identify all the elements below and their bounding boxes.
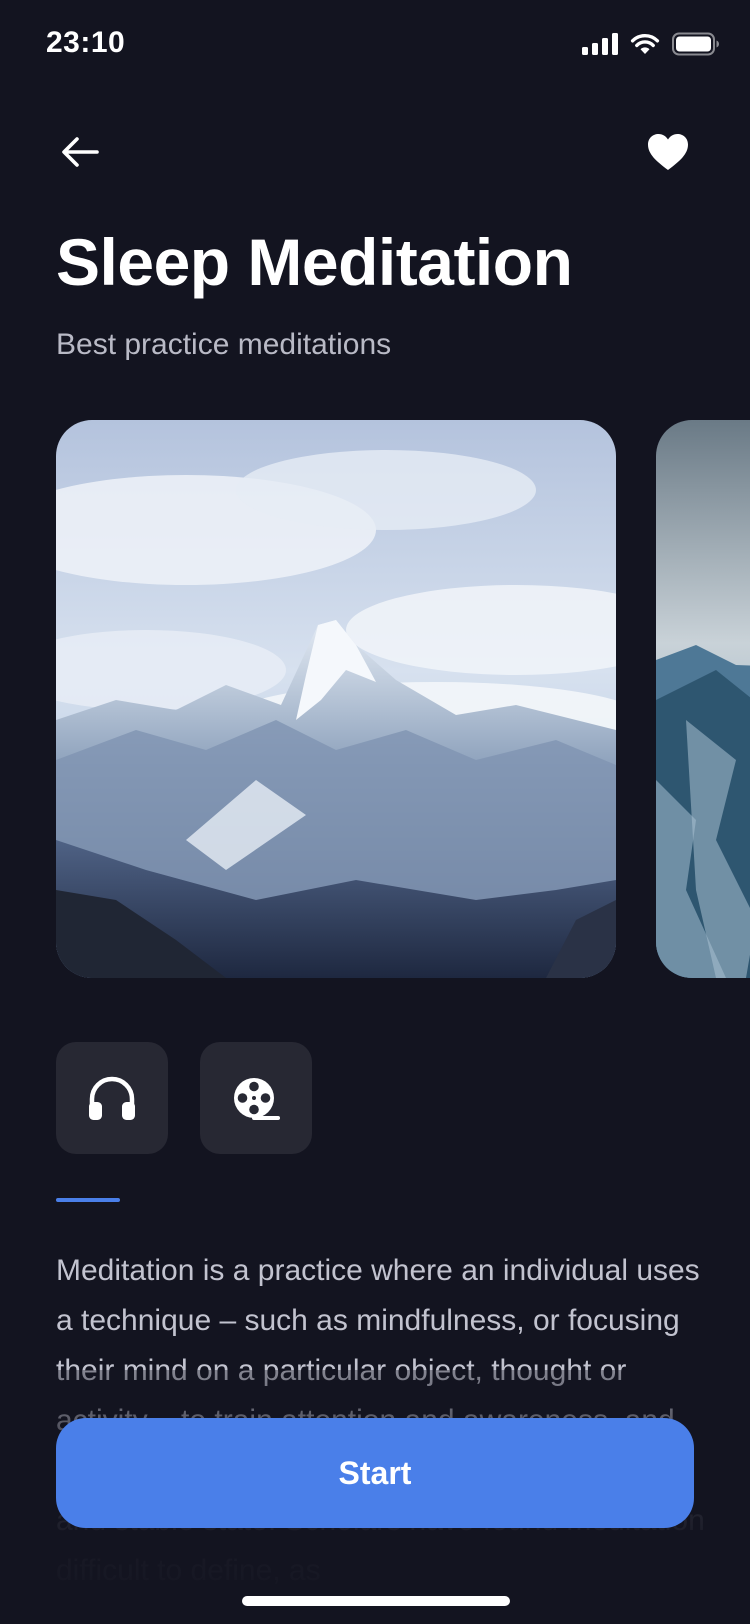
carousel-card-mountain[interactable]	[56, 420, 616, 978]
back-button[interactable]	[56, 128, 104, 176]
page-subtitle: Best practice meditations	[56, 328, 392, 361]
start-button[interactable]: Start	[56, 1418, 694, 1528]
status-bar: 23:10	[0, 0, 750, 90]
film-reel-icon	[234, 1078, 280, 1120]
meditation-carousel[interactable]	[0, 420, 750, 978]
page-title: Sleep Meditation	[56, 225, 573, 299]
active-tab-indicator	[56, 1198, 120, 1202]
status-time: 23:10	[46, 26, 126, 59]
arrow-left-icon	[62, 137, 99, 167]
favorite-button[interactable]	[642, 126, 694, 178]
headphones-icon	[89, 1076, 135, 1120]
mountain-landscape-image	[656, 420, 750, 978]
snowy-mountain-image	[56, 420, 616, 978]
wifi-icon	[630, 33, 660, 54]
heart-icon	[648, 134, 688, 170]
audio-mode-button[interactable]	[56, 1042, 168, 1154]
battery-icon	[672, 32, 719, 56]
signal-icon	[582, 33, 618, 55]
status-icons	[582, 32, 720, 56]
meditation-detail-screen: 23:10 Sleep Meditation Best practice med…	[0, 0, 750, 1624]
carousel-card-landscape[interactable]	[656, 420, 750, 978]
video-mode-button[interactable]	[200, 1042, 312, 1154]
home-indicator[interactable]	[242, 1596, 510, 1606]
